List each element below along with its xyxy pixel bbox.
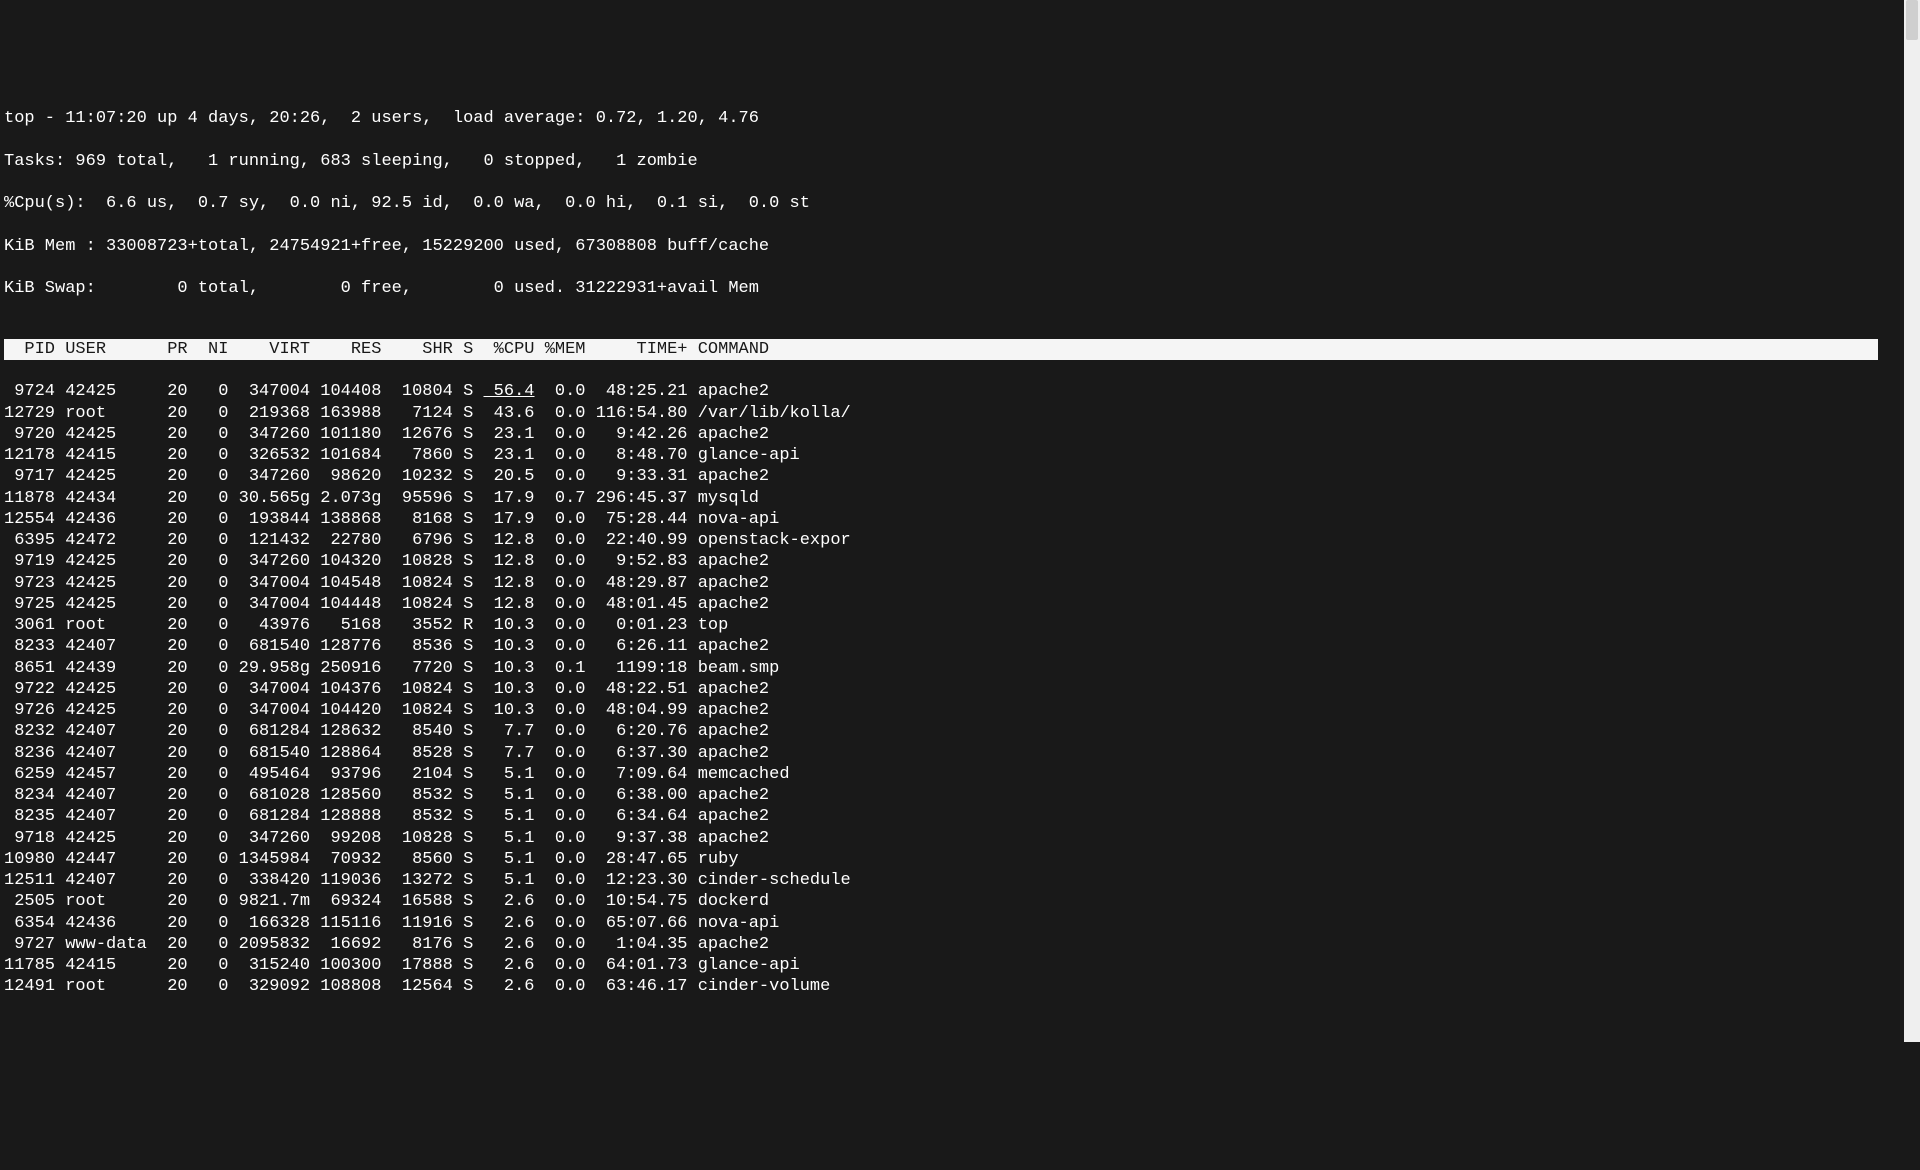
- process-row: 8651 42439 20 0 29.958g 250916 7720 S 10…: [4, 658, 1916, 679]
- process-row: 9718 42425 20 0 347260 99208 10828 S 5.1…: [4, 828, 1916, 849]
- process-row: 8233 42407 20 0 681540 128776 8536 S 10.…: [4, 636, 1916, 657]
- process-row: 6354 42436 20 0 166328 115116 11916 S 2.…: [4, 913, 1916, 934]
- top-summary-cpu: %Cpu(s): 6.6 us, 0.7 sy, 0.0 ni, 92.5 id…: [4, 193, 1916, 214]
- process-row: 11878 42434 20 0 30.565g 2.073g 95596 S …: [4, 488, 1916, 509]
- process-table-header: PID USER PR NI VIRT RES SHR S %CPU %MEM …: [4, 339, 1878, 360]
- process-row: 9717 42425 20 0 347260 98620 10232 S 20.…: [4, 466, 1916, 487]
- process-row: 9725 42425 20 0 347004 104448 10824 S 12…: [4, 594, 1916, 615]
- scrollbar-thumb[interactable]: [1906, 0, 1918, 40]
- process-row: 8236 42407 20 0 681540 128864 8528 S 7.7…: [4, 743, 1916, 764]
- process-row: 9726 42425 20 0 347004 104420 10824 S 10…: [4, 700, 1916, 721]
- process-row: 10980 42447 20 0 1345984 70932 8560 S 5.…: [4, 849, 1916, 870]
- top-summary-tasks: Tasks: 969 total, 1 running, 683 sleepin…: [4, 151, 1916, 172]
- process-row: 2505 root 20 0 9821.7m 69324 16588 S 2.6…: [4, 891, 1916, 912]
- process-row: 12491 root 20 0 329092 108808 12564 S 2.…: [4, 976, 1916, 997]
- process-row: 9724 42425 20 0 347004 104408 10804 S 56…: [4, 381, 1916, 402]
- top-summary-uptime: top - 11:07:20 up 4 days, 20:26, 2 users…: [4, 108, 1916, 129]
- process-row: 9722 42425 20 0 347004 104376 10824 S 10…: [4, 679, 1916, 700]
- process-row: 12178 42415 20 0 326532 101684 7860 S 23…: [4, 445, 1916, 466]
- process-row: 3061 root 20 0 43976 5168 3552 R 10.3 0.…: [4, 615, 1916, 636]
- process-row: 8235 42407 20 0 681284 128888 8532 S 5.1…: [4, 806, 1916, 827]
- process-row: 9720 42425 20 0 347260 101180 12676 S 23…: [4, 424, 1916, 445]
- vertical-scrollbar[interactable]: [1904, 0, 1920, 1042]
- process-row: 12554 42436 20 0 193844 138868 8168 S 17…: [4, 509, 1916, 530]
- top-summary-swap: KiB Swap: 0 total, 0 free, 0 used. 31222…: [4, 278, 1916, 299]
- process-row: 11785 42415 20 0 315240 100300 17888 S 2…: [4, 955, 1916, 976]
- process-row: 9723 42425 20 0 347004 104548 10824 S 12…: [4, 573, 1916, 594]
- process-row: 12729 root 20 0 219368 163988 7124 S 43.…: [4, 403, 1916, 424]
- process-row: 6395 42472 20 0 121432 22780 6796 S 12.8…: [4, 530, 1916, 551]
- sorted-cpu-value: 56.4: [483, 382, 534, 401]
- process-table-body: 9724 42425 20 0 347004 104408 10804 S 56…: [4, 381, 1916, 997]
- process-row: 9719 42425 20 0 347260 104320 10828 S 12…: [4, 551, 1916, 572]
- process-row: 12511 42407 20 0 338420 119036 13272 S 5…: [4, 870, 1916, 891]
- process-row: 9727 www-data 20 0 2095832 16692 8176 S …: [4, 934, 1916, 955]
- top-terminal[interactable]: top - 11:07:20 up 4 days, 20:26, 2 users…: [4, 87, 1916, 1019]
- process-row: 6259 42457 20 0 495464 93796 2104 S 5.1 …: [4, 764, 1916, 785]
- top-summary-mem: KiB Mem : 33008723+total, 24754921+free,…: [4, 236, 1916, 257]
- process-row: 8232 42407 20 0 681284 128632 8540 S 7.7…: [4, 721, 1916, 742]
- process-row: 8234 42407 20 0 681028 128560 8532 S 5.1…: [4, 785, 1916, 806]
